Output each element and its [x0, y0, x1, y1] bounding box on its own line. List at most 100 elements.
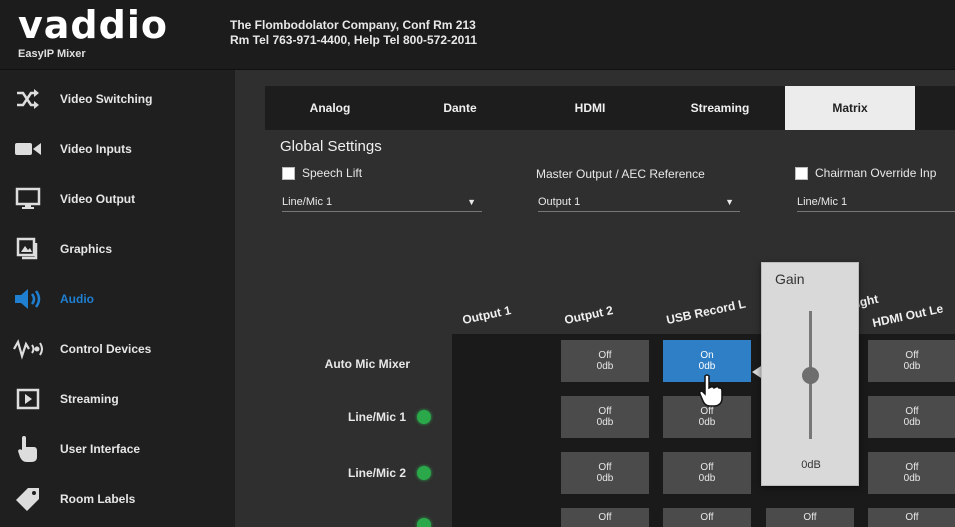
matrix-cell[interactable]: Off 0db	[561, 396, 649, 438]
matrix-cell[interactable]: Off 0db	[663, 452, 751, 494]
gain-popup-title: Gain	[775, 271, 805, 287]
cell-state: Off	[905, 462, 919, 473]
cell-state: Off	[905, 406, 919, 417]
sidebar-item-video-switching[interactable]: Video Switching	[0, 74, 235, 124]
matrix-cell[interactable]: Off 0db	[868, 452, 955, 494]
row-label-line-mic-2: Line/Mic 2	[347, 466, 406, 480]
cell-state: Off	[700, 462, 714, 473]
vaddio-logo: vaddio EasyIP Mixer	[18, 6, 218, 66]
logo-text: vaddio	[18, 3, 168, 47]
cell-gain: 0db	[596, 473, 614, 484]
sidebar-item-label: Streaming	[60, 392, 119, 406]
cell-gain: 0db	[698, 473, 716, 484]
chevron-down-icon: ▼	[467, 196, 476, 207]
audio-tab-bar: Analog Dante HDMI Streaming Matrix	[265, 86, 955, 130]
speech-lift-option[interactable]: Speech Lift	[282, 166, 362, 180]
matrix-cell[interactable]: Off	[561, 508, 649, 527]
sidebar-item-label: Graphics	[60, 242, 113, 256]
cell-state: Off	[598, 462, 612, 473]
matrix-cell[interactable]: Off 0db	[868, 340, 955, 382]
sidebar-item-video-output[interactable]: Video Output	[0, 174, 235, 224]
gain-popup-pointer	[752, 366, 761, 378]
master-output-select-value: Output 1	[538, 195, 581, 208]
product-name: EasyIP Mixer	[18, 48, 86, 60]
touch-hand-icon	[8, 435, 48, 463]
speaker-icon	[8, 287, 48, 311]
sidebar-item-label: User Interface	[60, 442, 141, 456]
cell-state: Off	[598, 406, 612, 417]
sidebar-item-label: Video Inputs	[60, 142, 132, 156]
cell-state: Off	[700, 512, 714, 523]
cell-gain: 0db	[698, 361, 716, 372]
tab-analog[interactable]: Analog	[265, 86, 395, 130]
tab-dante[interactable]: Dante	[395, 86, 525, 130]
cell-state: Off	[803, 512, 817, 523]
matrix-cell[interactable]: Off	[663, 508, 751, 527]
sidebar-item-control-devices[interactable]: Control Devices	[0, 324, 235, 374]
matrix-cell[interactable]: Off 0db	[868, 396, 955, 438]
cell-gain: 0db	[903, 473, 921, 484]
cell-state: On	[700, 350, 714, 361]
room-info-line2: Rm Tel 763-971-4400, Help Tel 800-572-20…	[230, 33, 478, 47]
sidebar-item-streaming[interactable]: Streaming	[0, 374, 235, 424]
signal-led	[417, 410, 431, 424]
tab-matrix[interactable]: Matrix	[785, 86, 915, 130]
sidebar: Video Switching Video Inputs Video Outpu…	[0, 70, 235, 527]
shuffle-icon	[8, 88, 48, 110]
sidebar-item-room-labels[interactable]: Room Labels	[0, 474, 235, 524]
gain-slider-thumb[interactable]	[802, 366, 819, 384]
master-output-label: Master Output / AEC Reference	[536, 167, 705, 181]
chairman-override-label: Chairman Override Inp	[815, 166, 937, 180]
sidebar-item-graphics[interactable]: Graphics	[0, 224, 235, 274]
cell-gain: 0db	[903, 361, 921, 372]
row-label-auto-mic-mixer: Auto Mic Mixer	[324, 357, 410, 371]
sidebar-item-label: Control Devices	[60, 342, 152, 356]
video-camera-icon	[8, 139, 48, 159]
row-label-line-mic-1: Line/Mic 1	[347, 410, 406, 424]
play-icon	[8, 388, 48, 410]
matrix-cell[interactable]: Off 0db	[561, 452, 649, 494]
speech-lift-checkbox[interactable]	[282, 166, 295, 180]
speech-lift-select[interactable]: Line/Mic 1 ▼	[282, 192, 482, 212]
tab-streaming[interactable]: Streaming	[655, 86, 785, 130]
monitor-icon	[8, 187, 48, 211]
matrix-cell[interactable]: Off 0db	[561, 340, 649, 382]
chairman-override-select[interactable]: Line/Mic 1	[797, 192, 955, 212]
cell-state: Off	[598, 350, 612, 361]
cell-state: Off	[598, 512, 612, 523]
top-bar: vaddio EasyIP Mixer The Flombodolator Co…	[0, 0, 955, 70]
gain-value: 0dB	[801, 459, 821, 471]
signal-led	[417, 518, 431, 527]
cell-gain: 0db	[698, 417, 716, 428]
graphics-icon	[8, 237, 48, 261]
tag-icon	[8, 486, 48, 512]
sidebar-item-audio[interactable]: Audio	[0, 274, 235, 324]
cell-gain: 0db	[903, 417, 921, 428]
sidebar-item-user-interface[interactable]: User Interface	[0, 424, 235, 474]
room-info: The Flombodolator Company, Conf Rm 213 R…	[230, 18, 477, 48]
master-output-select[interactable]: Output 1 ▼	[538, 192, 740, 212]
chairman-override-select-value: Line/Mic 1	[797, 195, 848, 208]
speech-lift-select-value: Line/Mic 1	[282, 195, 333, 208]
cell-gain: 0db	[596, 417, 614, 428]
sidebar-item-label: Video Output	[60, 192, 136, 206]
sidebar-item-video-inputs[interactable]: Video Inputs	[0, 124, 235, 174]
sidebar-item-label: Video Switching	[60, 92, 153, 106]
room-info-line1: The Flombodolator Company, Conf Rm 213	[230, 18, 476, 32]
sidebar-item-label: Room Labels	[60, 492, 136, 506]
matrix-cell[interactable]: Off	[868, 508, 955, 527]
chairman-override-checkbox[interactable]	[795, 166, 808, 180]
chevron-down-icon: ▼	[725, 196, 734, 207]
cell-gain: 0db	[596, 361, 614, 372]
signal-led	[417, 466, 431, 480]
tab-hdmi[interactable]: HDMI	[525, 86, 655, 130]
gain-popup: Gain 0dB	[761, 262, 859, 486]
sidebar-item-label: Audio	[60, 292, 94, 306]
hand-cursor-icon	[698, 374, 724, 413]
matrix-cell[interactable]: Off	[766, 508, 854, 527]
control-devices-icon	[8, 338, 48, 360]
speech-lift-label: Speech Lift	[302, 166, 363, 180]
cell-state: Off	[905, 512, 919, 523]
global-settings-title: Global Settings	[280, 138, 382, 155]
chairman-override-option[interactable]: Chairman Override Inp	[795, 166, 936, 180]
